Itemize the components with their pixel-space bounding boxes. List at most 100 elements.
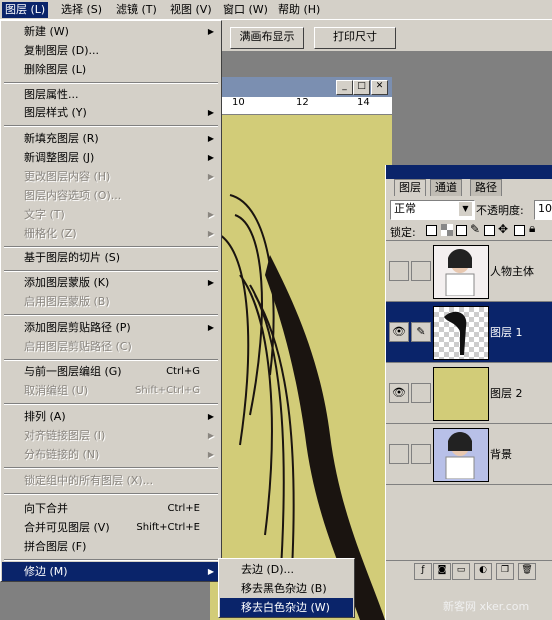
submenu-arrow-icon: ▶ [207, 172, 214, 181]
visibility-toggle[interactable] [389, 261, 409, 281]
move-icon: ✥ [498, 222, 509, 236]
menu-item-layer-content-options: 图层内容选项 (O)... [24, 189, 122, 202]
menubar: 图层 (L) 选择 (S) 滤镜 (T) 视图 (V) 窗口 (W) 帮助 (H… [0, 0, 552, 20]
layer-row[interactable]: 背景 [386, 424, 552, 485]
menu-item-merge-down[interactable]: 向下合并 Ctrl+E [2, 499, 220, 518]
menu-separator [4, 493, 218, 495]
submenu-arrow-icon: ▶ [207, 450, 214, 459]
new-set-icon[interactable]: ▭ [452, 563, 470, 580]
layer-name[interactable]: 人物主体 [490, 263, 534, 279]
menu-item-layer-based-slice[interactable]: 基于图层的切片 (S) [2, 248, 220, 267]
menu-item-distribute-linked: 分布链接的 (N) ▶ [2, 445, 220, 464]
menu-item-enable-clipping-path: 启用图层剪贴路径 (C) [24, 340, 132, 353]
brush-icon[interactable]: ✎ [411, 322, 431, 342]
close-icon[interactable]: ✕ [371, 80, 388, 95]
tab-channels[interactable]: 通道 [430, 179, 462, 196]
new-layer-icon[interactable]: ❐ [496, 563, 514, 580]
menu-item-duplicate-layer[interactable]: 复制图层 (D)... [2, 41, 220, 60]
menu-item-layer-style[interactable]: 图层样式 (Y) ▶ [2, 103, 220, 122]
watermark-text: 新客网 xker.com [443, 600, 530, 613]
palette-footer: ƒ ◙ ▭ ◐ ❐ 🗑︎ [386, 560, 552, 580]
menu-item-type: 文字 (T) ▶ [2, 205, 220, 224]
menu-item-delete-layer[interactable]: 删除图层 (L) [2, 60, 220, 79]
menu-item-rasterize: 栅格化 (Z) ▶ [2, 224, 220, 243]
maximize-icon[interactable]: □ [353, 80, 370, 95]
menu-item-new-fill-layer[interactable]: 新填充图层 (R) ▶ [2, 129, 220, 148]
menu-view[interactable]: 视图 (V) [167, 2, 215, 18]
menu-item-lock-all-layers: 锁定组中的所有图层 (X)... [24, 474, 154, 487]
horizontal-ruler: 10 12 14 [210, 97, 392, 115]
opacity-input[interactable]: 100 [534, 200, 552, 220]
menu-separator [4, 314, 218, 316]
print-size-button[interactable]: 打印尺寸 [314, 27, 396, 49]
adjustment-layer-icon[interactable]: ◐ [474, 563, 492, 580]
menu-item-arrange[interactable]: 排列 (A) ▶ [2, 407, 220, 426]
image-canvas[interactable] [210, 115, 392, 620]
trash-icon[interactable]: 🗑︎ [518, 563, 536, 580]
submenu-arrow-icon: ▶ [207, 229, 214, 238]
layer-thumbnail [433, 306, 489, 360]
ruler-tick: 12 [296, 97, 309, 108]
menu-item-defringe[interactable]: 去边 (D)... [220, 560, 353, 579]
submenu-arrow-icon: ▶ [207, 278, 214, 287]
menu-help[interactable]: 帮助 (H) [275, 2, 323, 18]
link-toggle[interactable] [411, 444, 431, 464]
menu-select[interactable]: 选择 (S) [58, 2, 105, 18]
link-toggle[interactable] [411, 261, 431, 281]
tab-paths[interactable]: 路径 [470, 179, 502, 196]
lock-icon: 🔒︎ [529, 221, 536, 235]
menu-item-layer-properties[interactable]: 图层属性... [2, 85, 220, 104]
menu-item-add-clipping-path[interactable]: 添加图层剪贴路径 (P) ▶ [2, 318, 220, 337]
tab-layers[interactable]: 图层 [394, 179, 426, 196]
chevron-down-icon[interactable]: ▼ [459, 202, 472, 216]
checker-icon [441, 224, 453, 236]
lock-all-checkbox[interactable] [514, 225, 525, 236]
lock-position-checkbox[interactable] [484, 225, 495, 236]
menu-item-merge-visible[interactable]: 合并可见图层 (V) Shift+Ctrl+E [2, 518, 220, 537]
menu-item-remove-white-matte[interactable]: 移去白色杂边 (W) [220, 598, 353, 617]
eye-icon[interactable]: 👁︎ [389, 383, 409, 403]
ruler-tick: 10 [232, 97, 245, 108]
menu-item-group-with-previous[interactable]: 与前一图层编组 (G) Ctrl+G [2, 362, 220, 381]
layer-thumbnail [433, 245, 489, 299]
lock-transparency-checkbox[interactable] [426, 225, 437, 236]
eye-icon[interactable]: 👁︎ [389, 322, 409, 342]
layer-row[interactable]: 人物主体 [386, 241, 552, 302]
menu-item-new[interactable]: 新建 (W) ▶ [2, 22, 220, 41]
minimize-icon[interactable]: _ [336, 80, 353, 95]
document-window: _ □ ✕ 10 12 14 [210, 77, 392, 620]
menu-window[interactable]: 窗口 (W) [220, 2, 271, 18]
menu-layer[interactable]: 图层 (L) [2, 2, 49, 18]
layer-style-icon[interactable]: ƒ [414, 563, 432, 580]
lock-pixels-checkbox[interactable] [456, 225, 467, 236]
submenu-arrow-icon: ▶ [207, 27, 214, 36]
layer-thumbnail [433, 367, 489, 421]
fit-screen-button[interactable]: 满画布显示 [230, 27, 304, 49]
blend-mode-select[interactable]: 正常 ▼ [390, 200, 475, 220]
layer-name[interactable]: 图层 2 [490, 385, 523, 401]
menu-item-flatten-image[interactable]: 拼合图层 (F) [2, 537, 220, 556]
menu-item-new-adjustment-layer[interactable]: 新调整图层 (J) ▶ [2, 148, 220, 167]
lock-transparency-icon [441, 224, 453, 236]
menu-filter[interactable]: 滤镜 (T) [113, 2, 160, 18]
palette-title-bar[interactable] [386, 165, 552, 179]
visibility-toggle[interactable] [389, 444, 409, 464]
submenu-arrow-icon: ▶ [207, 412, 214, 421]
hair-thumbnail [444, 311, 467, 355]
submenu-arrow-icon: ▶ [207, 210, 214, 219]
menu-item-change-layer-content: 更改图层内容 (H) ▶ [2, 167, 220, 186]
layer-name[interactable]: 背景 [490, 446, 512, 462]
layer-thumbnail [433, 428, 489, 482]
brush-icon: ✎ [470, 222, 481, 236]
layer-name[interactable]: 图层 1 [490, 324, 523, 340]
layer-row[interactable]: 👁︎ 图层 2 [386, 363, 552, 424]
layer-row[interactable]: 👁︎ ✎ 图层 1 [386, 302, 552, 363]
mask-icon[interactable]: ◙ [433, 563, 451, 580]
menu-item-add-layer-mask[interactable]: 添加图层蒙版 (K) ▶ [2, 273, 220, 292]
menu-separator [4, 270, 218, 272]
submenu-arrow-icon: ▶ [207, 431, 214, 440]
document-title-bar[interactable]: _ □ ✕ [210, 77, 392, 97]
menu-item-remove-black-matte[interactable]: 移去黑色杂边 (B) [220, 579, 353, 598]
link-toggle[interactable] [411, 383, 431, 403]
menu-item-matting[interactable]: 修边 (M) ▶ [2, 562, 220, 581]
